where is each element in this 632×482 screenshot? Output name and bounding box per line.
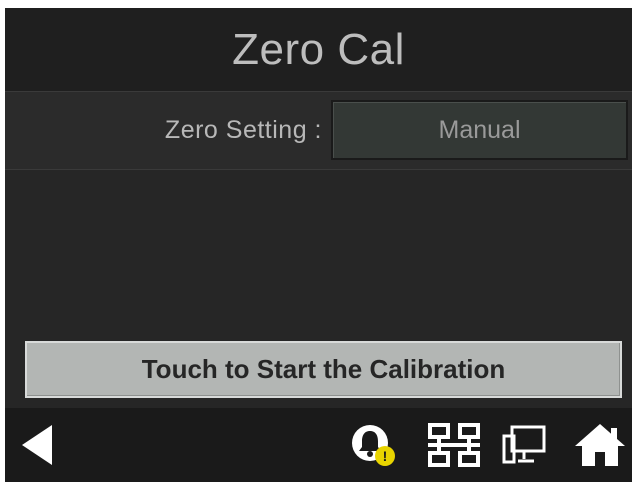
display-icon[interactable] (499, 422, 549, 468)
zero-setting-row: Zero Setting : Manual (5, 91, 632, 170)
alarm-bell-icon[interactable]: ! (349, 422, 399, 468)
footer-bar: ! (5, 408, 632, 482)
network-icon[interactable] (425, 422, 483, 468)
back-icon[interactable] (17, 422, 57, 468)
zero-cal-screen: Zero Cal Zero Setting : Manual Touch to … (5, 8, 632, 482)
zero-setting-select[interactable]: Manual (331, 100, 628, 160)
header-bar: Zero Cal (5, 8, 632, 91)
home-icon[interactable] (573, 422, 627, 468)
page-title: Zero Cal (232, 24, 405, 74)
svg-text:!: ! (383, 448, 388, 464)
start-calibration-button[interactable]: Touch to Start the Calibration (25, 341, 622, 398)
zero-setting-label: Zero Setting : (164, 116, 322, 144)
